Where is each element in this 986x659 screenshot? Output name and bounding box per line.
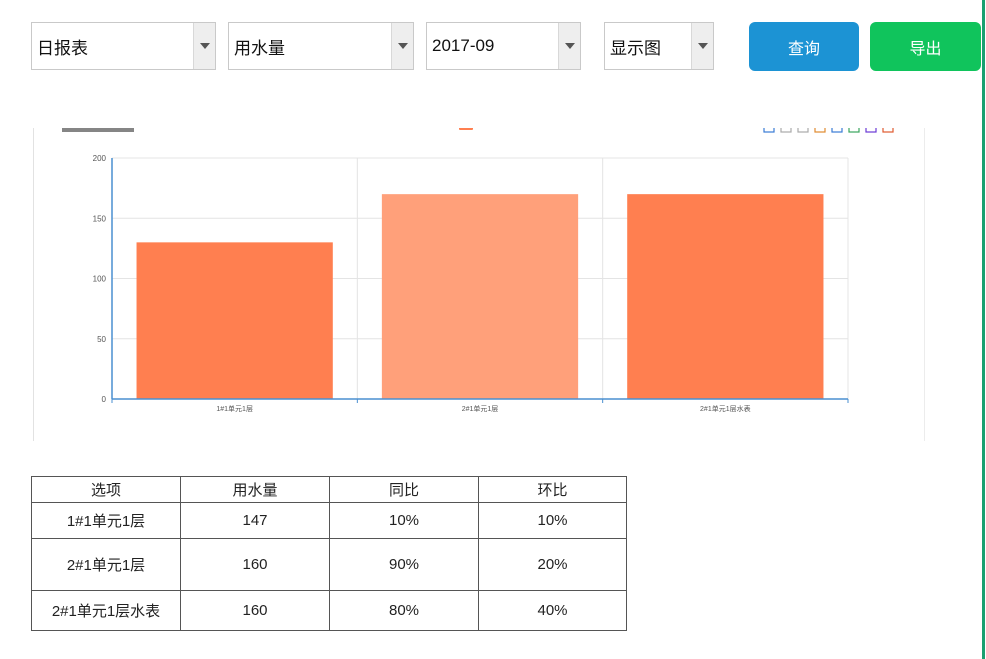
data-table: 选项 用水量 同比 环比 1#1单元1层 147 10% 10% 2#1单元1层…	[31, 476, 627, 631]
period-value: 2017-09	[432, 36, 495, 55]
chevron-down-icon[interactable]	[691, 23, 713, 69]
chevron-down-icon[interactable]	[391, 23, 413, 69]
y-tick-label: 100	[93, 275, 107, 284]
x-tick-label: 1#1单元1层	[216, 404, 253, 413]
cell-mom: 40%	[478, 590, 627, 631]
cell-mom: 20%	[478, 538, 627, 591]
data-view-icon	[797, 128, 809, 133]
table-row: 1#1单元1层 147 10% 10%	[31, 502, 627, 539]
period-select[interactable]: 2017-09	[426, 22, 581, 70]
header-option: 选项	[31, 476, 181, 503]
cell-option: 2#1单元1层水表	[31, 590, 181, 631]
metric-select[interactable]: 用水量	[228, 22, 414, 70]
view-mode-value: 显示图	[610, 38, 661, 58]
view-mode-select[interactable]: 显示图	[604, 22, 714, 70]
bar	[381, 194, 579, 399]
x-tick-label: 2#1单元1层水表	[700, 404, 751, 413]
cell-water-usage: 160	[180, 590, 330, 631]
bar	[627, 194, 824, 399]
chart-panel: 0 50 100 150 200 1#1单元1层 2#1单元1层 2#1单元1层水表	[33, 128, 925, 441]
cell-yoy: 90%	[329, 538, 479, 591]
cell-yoy: 10%	[329, 502, 479, 539]
y-tick-label: 0	[102, 395, 107, 404]
header-mom: 环比	[478, 476, 627, 503]
header-water-usage: 用水量	[180, 476, 330, 503]
report-type-value: 日报表	[37, 38, 88, 58]
legend-swatch	[459, 128, 473, 130]
metric-value: 用水量	[234, 38, 285, 58]
accent-rule	[982, 0, 985, 659]
header-yoy: 同比	[329, 476, 479, 503]
cell-yoy: 80%	[329, 590, 479, 631]
bar-chart-icon	[831, 128, 843, 133]
y-tick-label: 150	[93, 214, 107, 223]
y-tick-label: 200	[93, 154, 107, 163]
report-type-select[interactable]: 日报表	[31, 22, 216, 70]
export-button[interactable]: 导出	[870, 22, 981, 71]
chevron-down-icon[interactable]	[193, 23, 215, 69]
table-row: 2#1单元1层 160 90% 20%	[31, 538, 627, 591]
y-tick-label: 50	[97, 335, 106, 344]
cell-option: 1#1单元1层	[31, 502, 181, 539]
line-chart-icon	[814, 128, 826, 133]
cell-mom: 10%	[478, 502, 627, 539]
table-header-row: 选项 用水量 同比 环比	[31, 476, 627, 503]
chevron-down-icon[interactable]	[558, 23, 580, 69]
save-image-icon	[882, 128, 894, 133]
cell-option: 2#1单元1层	[31, 538, 181, 591]
cell-water-usage: 160	[180, 538, 330, 591]
cell-water-usage: 147	[180, 502, 330, 539]
stack-icon	[848, 128, 860, 133]
report-page: 日报表 用水量 2017-09 显示图 查询 导出 0 50 100 150 200 1#…	[0, 0, 986, 659]
restore-icon	[865, 128, 877, 133]
x-tick-label: 2#1单元1层	[462, 404, 499, 413]
chart-title-cropped	[62, 128, 134, 132]
zoom-icon	[763, 128, 775, 133]
table-row: 2#1单元1层水表 160 80% 40%	[31, 590, 627, 631]
bar	[136, 242, 333, 399]
zoom-reset-icon	[780, 128, 792, 133]
bar-chart: 0 50 100 150 200 1#1单元1层 2#1单元1层 2#1单元1层水表	[62, 128, 894, 413]
query-button[interactable]: 查询	[749, 22, 859, 71]
